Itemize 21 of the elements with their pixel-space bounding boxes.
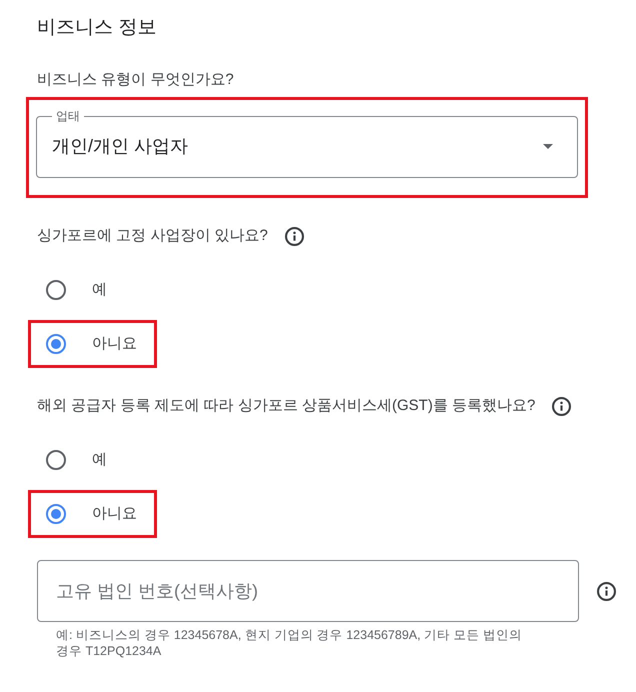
radio-button[interactable]: [46, 504, 66, 524]
option-label[interactable]: 아니요: [92, 333, 137, 355]
input-field[interactable]: 고유 법인 번호(선택사항): [37, 560, 579, 622]
option-label[interactable]: 예: [92, 279, 107, 301]
question-text: 비즈니스 유형이 무엇인가요?: [37, 70, 234, 90]
radio-button[interactable]: [46, 280, 66, 300]
option-label[interactable]: 아니요: [92, 503, 137, 525]
info-icon[interactable]: [597, 582, 616, 600]
question-text: 해외 공급자 등록 제도에 따라 싱가포르 상품서비스세(GST)를 등록했나요?: [37, 396, 536, 416]
info-icon[interactable]: [284, 226, 304, 246]
radio-button[interactable]: [46, 450, 66, 470]
radio-button[interactable]: [46, 334, 66, 354]
question-text: 싱가포르에 고정 사업장이 있나요?: [37, 226, 268, 246]
caret-icon: [543, 144, 553, 148]
helper-text: 예: 비즈니스의 경우 12345678A, 현지 기업의 경우 123456789A, 기타 모든 법인의 경우 T12PQ1234A: [56, 627, 524, 659]
info-icon[interactable]: [552, 396, 572, 416]
dropdown-value: 개인/개인 사업자: [52, 135, 188, 158]
field-label: 업태: [55, 109, 81, 123]
dropdown-field[interactable]: 업태 개인/개인 사업자: [36, 109, 578, 178]
option-label[interactable]: 예: [92, 449, 107, 471]
section-title: 비즈니스 정보: [37, 16, 156, 40]
